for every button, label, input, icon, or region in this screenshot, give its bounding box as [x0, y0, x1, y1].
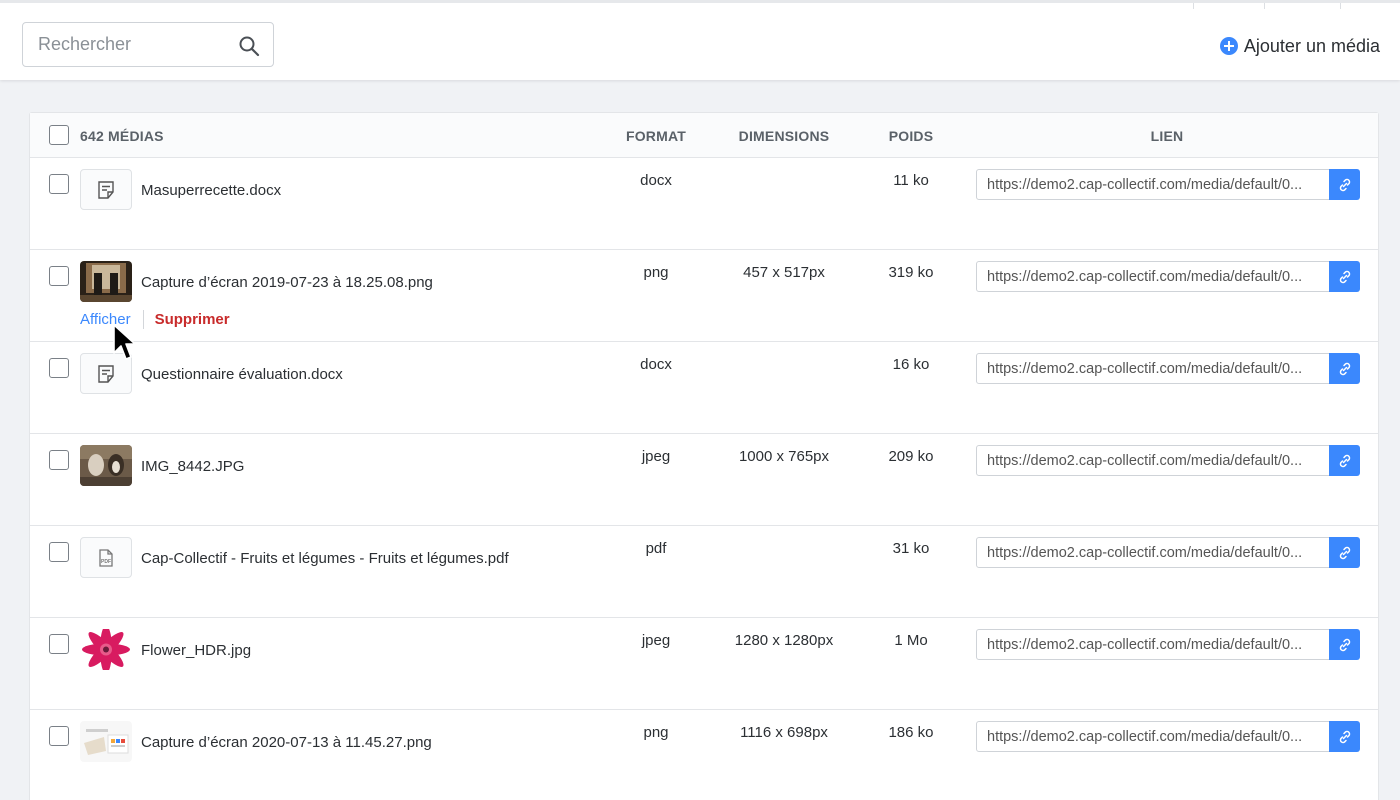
link-icon	[1339, 638, 1350, 651]
column-header-poids[interactable]: POIDS	[861, 128, 961, 144]
search-input[interactable]	[23, 24, 223, 65]
link-icon	[1339, 270, 1350, 283]
svg-text:PDF: PDF	[101, 559, 111, 565]
doc-icon	[98, 365, 114, 383]
copy-link-button[interactable]	[1329, 721, 1360, 752]
file-format: png	[643, 264, 669, 281]
image-thumbnail[interactable]	[80, 445, 132, 486]
media-link-field[interactable]	[976, 445, 1330, 476]
table-row: Flower_HDR.jpg jpeg 1280 x 1280px 1 Mo	[30, 618, 1378, 710]
file-format: docx	[640, 356, 672, 373]
plus-circle-icon	[1219, 37, 1238, 55]
file-dimensions: 457 x 517px	[743, 264, 825, 281]
image-thumbnail[interactable]	[80, 261, 132, 302]
table-row: Masuperrecette.docx docx 11 ko	[30, 158, 1378, 250]
top-toolbar: Ajouter un média	[0, 0, 1400, 80]
search-box	[22, 22, 274, 67]
file-size: 31 ko	[892, 540, 930, 557]
toolbar-divider	[1264, 3, 1265, 9]
column-header-dimensions[interactable]: DIMENSIONS	[709, 128, 859, 144]
link-icon	[1339, 546, 1350, 559]
image-thumbnail[interactable]	[80, 721, 132, 762]
doc-icon	[98, 181, 114, 199]
file-name: Flower_HDR.jpg	[141, 642, 252, 659]
document-thumbnail[interactable]	[80, 169, 132, 210]
file-format: pdf	[645, 540, 667, 557]
table-header: 642 MÉDIAS FORMAT DIMENSIONS POIDS LIEN	[30, 113, 1378, 158]
file-dimensions: 1000 x 765px	[738, 448, 830, 465]
file-format: docx	[640, 172, 672, 189]
photo-thumbnail-icon	[80, 721, 132, 762]
link-icon	[1339, 454, 1350, 467]
column-header-lien: LIEN	[1150, 128, 1184, 144]
file-size: 16 ko	[892, 356, 930, 373]
media-link-field[interactable]	[976, 169, 1330, 200]
image-thumbnail[interactable]	[80, 629, 132, 670]
file-name: Questionnaire évaluation.docx	[141, 366, 343, 383]
copy-link-button[interactable]	[1329, 537, 1360, 568]
media-table: 642 MÉDIAS FORMAT DIMENSIONS POIDS LIEN …	[29, 112, 1379, 800]
mouse-cursor-icon	[113, 324, 136, 360]
search-icon[interactable]	[238, 35, 260, 57]
row-checkbox[interactable]	[49, 542, 69, 562]
media-link-field[interactable]	[976, 721, 1330, 752]
add-media-label: Ajouter un média	[1243, 35, 1380, 56]
file-name: Capture d’écran 2019-07-23 à 18.25.08.pn…	[141, 274, 433, 291]
table-row: IMG_8442.JPG jpeg 1000 x 765px 209 ko	[30, 434, 1378, 526]
toolbar-divider	[1340, 3, 1341, 9]
photo-thumbnail-icon	[80, 629, 132, 670]
copy-link-button[interactable]	[1329, 261, 1360, 292]
file-name: Cap-Collectif - Fruits et légumes - Frui…	[141, 550, 509, 567]
media-count-header: 642 MÉDIAS	[80, 128, 164, 144]
file-name: IMG_8442.JPG	[141, 458, 245, 475]
file-dimensions: 1280 x 1280px	[734, 632, 834, 649]
delete-media-link[interactable]: Supprimer	[155, 311, 230, 328]
table-row: Capture d’écran 2020-07-13 à 11.45.27.pn…	[30, 710, 1378, 800]
file-size: 186 ko	[888, 724, 934, 741]
file-format: jpeg	[641, 448, 671, 465]
photo-thumbnail-icon	[80, 445, 132, 486]
file-name: Capture d’écran 2020-07-13 à 11.45.27.pn…	[141, 734, 432, 751]
row-checkbox[interactable]	[49, 174, 69, 194]
row-checkbox[interactable]	[49, 726, 69, 746]
file-size: 209 ko	[888, 448, 934, 465]
table-row: Questionnaire évaluation.docx docx 16 ko	[30, 342, 1378, 434]
select-all-checkbox[interactable]	[49, 125, 69, 145]
copy-link-button[interactable]	[1329, 629, 1360, 660]
copy-link-button[interactable]	[1329, 353, 1360, 384]
pdf-icon: PDF	[99, 549, 113, 567]
table-row: Capture d’écran 2019-07-23 à 18.25.08.pn…	[30, 250, 1378, 342]
column-header-format[interactable]: FORMAT	[606, 128, 706, 144]
document-thumbnail[interactable]: PDF	[80, 537, 132, 578]
media-link-field[interactable]	[976, 629, 1330, 660]
link-icon	[1339, 178, 1350, 191]
row-checkbox[interactable]	[49, 266, 69, 286]
row-checkbox[interactable]	[49, 358, 69, 378]
add-media-button[interactable]: Ajouter un média	[1219, 34, 1380, 58]
media-link-field[interactable]	[976, 537, 1330, 568]
file-name: Masuperrecette.docx	[141, 182, 282, 199]
file-dimensions: 1116 x 698px	[740, 724, 828, 741]
file-size: 319 ko	[888, 264, 934, 281]
media-link-field[interactable]	[976, 261, 1330, 292]
file-size: 1 Mo	[894, 632, 928, 649]
photo-thumbnail-icon	[80, 261, 132, 302]
toolbar-divider	[1193, 3, 1194, 9]
link-icon	[1339, 730, 1350, 743]
link-icon	[1339, 362, 1350, 375]
file-size: 11 ko	[893, 172, 929, 189]
table-row: PDF Cap-Collectif - Fruits et légumes - …	[30, 526, 1378, 618]
row-checkbox[interactable]	[49, 634, 69, 654]
row-actions: Afficher Supprimer	[80, 310, 230, 329]
file-format: png	[643, 724, 669, 741]
copy-link-button[interactable]	[1329, 445, 1360, 476]
row-checkbox[interactable]	[49, 450, 69, 470]
copy-link-button[interactable]	[1329, 169, 1360, 200]
file-format: jpeg	[641, 632, 671, 649]
media-link-field[interactable]	[976, 353, 1330, 384]
action-separator	[142, 310, 144, 329]
